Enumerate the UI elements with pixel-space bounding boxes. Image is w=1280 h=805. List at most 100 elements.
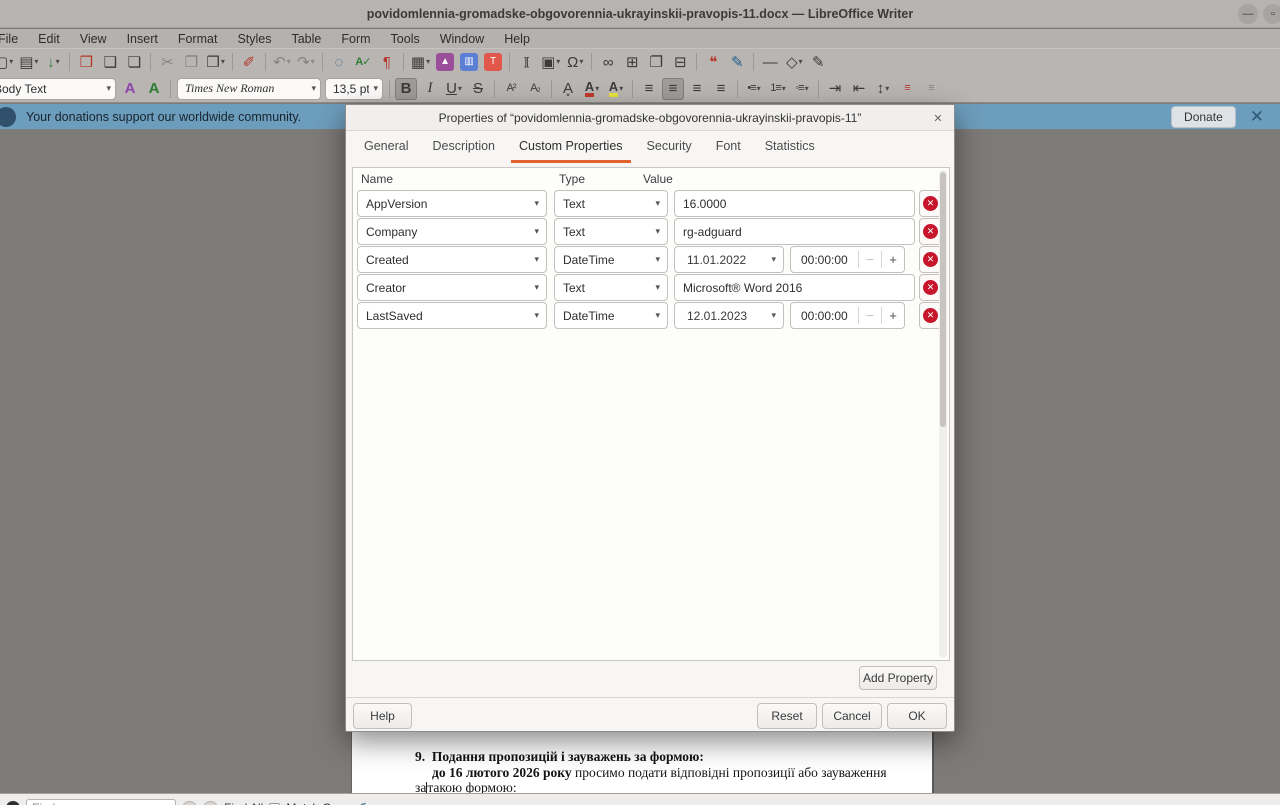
font-name-select[interactable]: Times New Roman▾	[177, 78, 321, 100]
dialog-scrollbar[interactable]	[939, 170, 947, 658]
spelling-icon[interactable]: A✓	[352, 51, 374, 73]
line-spacing-icon[interactable]: ↕▾	[872, 78, 894, 100]
new-document-icon[interactable]: ▢▾	[0, 51, 15, 73]
tab-custom-properties[interactable]: Custom Properties	[511, 135, 631, 163]
insert-comment-icon[interactable]: ❝	[702, 51, 724, 73]
find-close-icon[interactable]: ✕	[6, 801, 20, 805]
time-increment-button[interactable]: +	[882, 308, 904, 323]
page-break-icon[interactable]: ][	[515, 51, 537, 73]
property-type-select[interactable]: Text▾	[554, 190, 668, 217]
menu-help[interactable]: Help	[494, 31, 540, 47]
menu-insert[interactable]: Insert	[117, 31, 168, 47]
print-icon[interactable]: ❑	[99, 51, 121, 73]
paragraph-style-select[interactable]: Body Text▾	[0, 78, 116, 100]
clone-formatting-icon[interactable]: ✐	[238, 51, 260, 73]
hyperlink-icon[interactable]: ∞	[597, 51, 619, 73]
add-property-button[interactable]: Add Property	[859, 666, 937, 690]
find-all-label[interactable]: Find All	[224, 801, 263, 805]
update-style-icon[interactable]: A	[119, 78, 141, 100]
font-color-icon[interactable]: A▾	[581, 78, 603, 100]
property-type-select[interactable]: DateTime▾	[554, 302, 668, 329]
character-style-icon[interactable]: Ḁ	[557, 78, 579, 100]
increase-indent-icon[interactable]: ⇥	[824, 78, 846, 100]
unordered-list-icon[interactable]: •≡▾	[743, 78, 765, 100]
track-changes-icon[interactable]: ✎	[726, 51, 748, 73]
find-input[interactable]: Find ▾	[26, 799, 176, 805]
menu-table[interactable]: Table	[281, 31, 331, 47]
basic-shapes-icon[interactable]: ◇▾	[783, 51, 805, 73]
menu-styles[interactable]: Styles	[227, 31, 281, 47]
property-name-select[interactable]: AppVersion▾	[357, 190, 547, 217]
menu-file[interactable]: File	[0, 31, 28, 47]
maximize-button[interactable]: ▫	[1263, 4, 1280, 24]
tab-statistics[interactable]: Statistics	[757, 135, 823, 163]
menu-edit[interactable]: Edit	[28, 31, 70, 47]
export-pdf-icon[interactable]: ❒	[75, 51, 97, 73]
menu-window[interactable]: Window	[430, 31, 494, 47]
reset-button[interactable]: Reset	[757, 703, 817, 729]
font-size-select[interactable]: 13,5 pt▾	[325, 78, 383, 100]
minimize-button[interactable]: —	[1238, 4, 1258, 24]
insert-textbox-icon[interactable]: T	[482, 51, 504, 73]
property-type-select[interactable]: Text▾	[554, 218, 668, 245]
find-previous-button[interactable]	[182, 801, 197, 805]
property-name-select[interactable]: Creator▾	[357, 274, 547, 301]
italic-icon[interactable]: I	[419, 78, 441, 100]
freeform-line-icon[interactable]: ✎	[807, 51, 829, 73]
insert-line-icon[interactable]: —	[759, 51, 781, 73]
align-center-icon[interactable]: ≡	[662, 78, 684, 100]
undo-icon[interactable]: ↶▾	[271, 51, 293, 73]
special-character-icon[interactable]: Ω▾	[564, 51, 586, 73]
find-next-button[interactable]	[203, 801, 218, 805]
copy-icon[interactable]: ❐	[180, 51, 202, 73]
infobar-close-icon[interactable]: ✕	[1250, 107, 1264, 127]
tab-general[interactable]: General	[356, 135, 416, 163]
align-justify-icon[interactable]: ≡	[710, 78, 732, 100]
open-icon[interactable]: ▤▾	[17, 51, 40, 73]
underline-icon[interactable]: U▾	[443, 78, 465, 100]
formatting-marks-icon[interactable]: ¶	[376, 51, 398, 73]
insert-table-icon[interactable]: ▦▾	[409, 51, 432, 73]
time-increment-button[interactable]: +	[882, 252, 904, 267]
align-right-icon[interactable]: ≡	[686, 78, 708, 100]
insert-chart-icon[interactable]: ▥	[458, 51, 480, 73]
dialog-close-icon[interactable]: ✕	[930, 110, 946, 126]
save-icon[interactable]: ↓▾	[42, 51, 64, 73]
strikethrough-icon[interactable]: S	[467, 78, 489, 100]
outline-list-icon[interactable]: ◦≡▾	[791, 78, 813, 100]
footnote-icon[interactable]: ⊞	[621, 51, 643, 73]
tab-description[interactable]: Description	[424, 135, 503, 163]
ordered-list-icon[interactable]: 1≡▾	[767, 78, 789, 100]
time-decrement-button[interactable]: −	[859, 252, 881, 267]
highlight-color-icon[interactable]: A▾	[605, 78, 627, 100]
help-button[interactable]: Help	[353, 703, 412, 729]
cut-icon[interactable]: ✂	[156, 51, 178, 73]
navigate-by-icon[interactable]: ✐	[356, 800, 367, 805]
align-left-icon[interactable]: ≡	[638, 78, 660, 100]
scrollbar-thumb[interactable]	[940, 172, 946, 427]
cancel-button[interactable]: Cancel	[822, 703, 882, 729]
ok-button[interactable]: OK	[887, 703, 947, 729]
paragraph-spacing-decrease-icon[interactable]: ≡	[920, 78, 942, 100]
insert-image-icon[interactable]: ▲	[434, 51, 456, 73]
tab-font[interactable]: Font	[708, 135, 749, 163]
bold-icon[interactable]: B	[395, 78, 417, 100]
time-decrement-button[interactable]: −	[859, 308, 881, 323]
menu-view[interactable]: View	[70, 31, 117, 47]
menu-tools[interactable]: Tools	[381, 31, 430, 47]
property-value-input[interactable]: Microsoft® Word 2016	[674, 274, 915, 301]
property-value-input[interactable]: rg-adguard	[674, 218, 915, 245]
property-type-select[interactable]: Text▾	[554, 274, 668, 301]
insert-field-icon[interactable]: ▣▾	[539, 51, 562, 73]
subscript-icon[interactable]: A₂	[524, 78, 546, 100]
tab-security[interactable]: Security	[639, 135, 700, 163]
print-preview-icon[interactable]: ❏	[123, 51, 145, 73]
property-name-select[interactable]: LastSaved▾	[357, 302, 547, 329]
property-name-select[interactable]: Company▾	[357, 218, 547, 245]
decrease-indent-icon[interactable]: ⇤	[848, 78, 870, 100]
redo-icon[interactable]: ↷▾	[295, 51, 317, 73]
paragraph-spacing-increase-icon[interactable]: ≡	[896, 78, 918, 100]
menu-form[interactable]: Form	[331, 31, 380, 47]
donate-button[interactable]: Donate	[1171, 106, 1236, 128]
property-time-input[interactable]: 00:00:00−+	[790, 246, 905, 273]
